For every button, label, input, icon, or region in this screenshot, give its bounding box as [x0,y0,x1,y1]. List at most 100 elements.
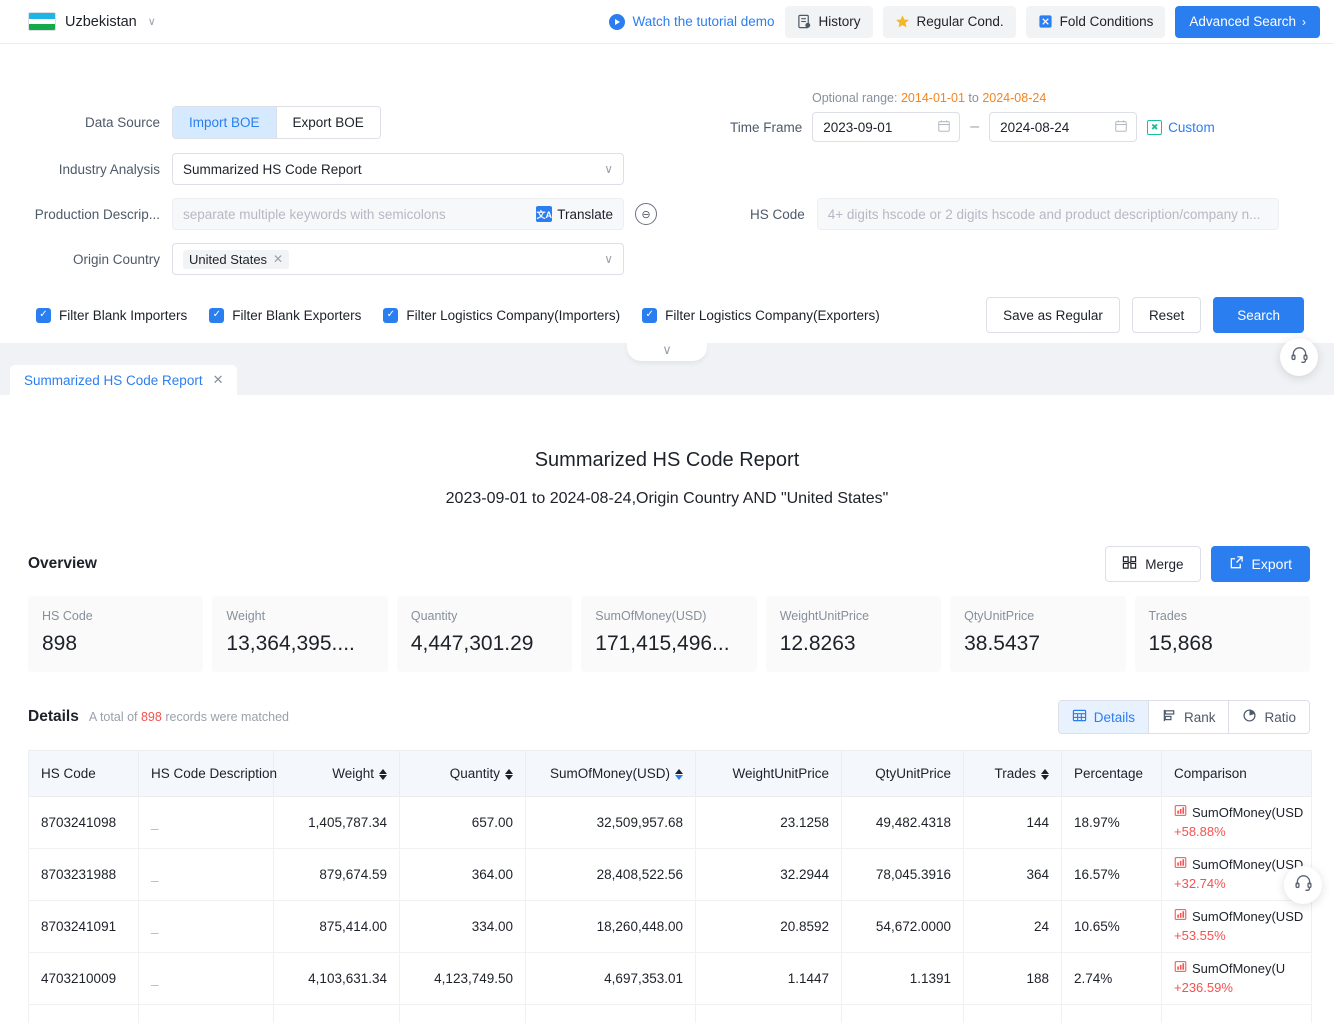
col-sum-of-money[interactable]: SumOfMoney(USD) [525,750,696,797]
play-icon [609,13,626,30]
collapse-panel-button[interactable]: ∨ [627,339,707,361]
col-weight-unit-price[interactable]: WeightUnitPrice [695,750,842,797]
view-mode-ratio[interactable]: Ratio [1228,701,1309,733]
data-source-export-boe[interactable]: Export BOE [275,107,380,138]
cell-weight-unit-price: 32.2944 [695,848,842,901]
cell-percentage: 10.65% [1061,900,1162,953]
cell-trades: 3 [963,1004,1062,1023]
calendar-icon [1114,119,1128,136]
comparison-line: SumOfMoney(USD [1174,856,1303,874]
country-selector[interactable]: Uzbekistan ∨ [14,12,156,31]
advanced-search-button[interactable]: Advanced Search › [1175,5,1320,38]
view-mode-label: Ratio [1264,709,1296,725]
origin-country-select[interactable]: United States ✕ ∨ [172,243,624,275]
reset-button[interactable]: Reset [1131,297,1202,333]
col-label: SumOfMoney(USD) [549,766,670,781]
col-hs-code[interactable]: HS Code [28,750,139,797]
col-hs-code-description[interactable]: HS Code Description [138,750,277,797]
details-table: HS Code HS Code Description Weight Quant… [28,750,1312,1023]
view-mode-rank[interactable]: Rank [1147,701,1229,733]
details-meta-pre: A total of [88,710,138,724]
merge-button[interactable]: Merge [1105,546,1201,582]
pie-icon [1242,708,1257,726]
checkbox-filter-logistics-importers[interactable]: ✓ Filter Logistics Company(Importers) [383,307,620,323]
table-row[interactable]: 8703241091 _ 875,414.00 334.00 18,260,44… [28,900,1312,953]
comparison-label: SumOfMoney(USD [1192,804,1304,820]
cell-trades: 364 [963,848,1062,901]
cell-comparison-na: N/A [1161,1004,1312,1023]
cell-weight-unit-price: 1.1447 [695,952,842,1005]
sort-icon-active[interactable] [675,768,683,780]
cell-qty-unit-price: 49,482.4318 [841,796,964,849]
col-weight[interactable]: Weight [273,750,400,797]
data-source-label: Data Source [84,115,160,130]
translate-button[interactable]: 文A Translate [536,206,613,222]
tab-label: Summarized HS Code Report [24,372,203,388]
stat-card: WeightUnitPrice 12.8263 [765,596,942,672]
production-description-input[interactable]: separate multiple keywords with semicolo… [172,198,624,230]
support-button-bottom[interactable] [1284,866,1322,904]
cell-comparison: SumOfMoney(USD +58.88% [1161,796,1312,849]
data-source-import-boe[interactable]: Import BOE [173,107,276,138]
cell-percentage: 16.57% [1061,848,1162,901]
chevron-down-icon: ∨ [147,16,156,28]
checkbox-filter-logistics-exporters[interactable]: ✓ Filter Logistics Company(Exporters) [642,307,880,323]
table-row[interactable]: 4703210009 _ 4,103,631.34 4,123,749.50 4… [28,952,1312,1005]
stat-card-value: 171,415,496... [595,632,730,655]
col-comparison[interactable]: Comparison [1161,750,1312,797]
support-button-top[interactable] [1280,338,1318,376]
comparison-change: +32.74% [1174,876,1226,891]
comparison-block: SumOfMoney(USD +58.88% [1174,804,1303,841]
table-row[interactable]: 8501535000 _ 72,120.00 6.00 4,583,250.00… [28,1004,1312,1023]
col-percentage[interactable]: Percentage [1061,750,1162,797]
view-mode-details[interactable]: Details [1058,701,1148,733]
save-as-regular-button[interactable]: Save as Regular [986,297,1120,333]
date-start-input[interactable]: 2023-09-01 [812,112,961,142]
close-icon[interactable]: ✕ [213,372,224,388]
origin-country-tag: United States ✕ [183,249,290,269]
industry-analysis-select[interactable]: Summarized HS Code Report ∨ [172,153,624,185]
checkbox-filter-blank-exporters[interactable]: ✓ Filter Blank Exporters [209,307,361,323]
cell-sum-of-money: 32,509,957.68 [525,796,696,849]
overview-actions: Merge Export [1105,546,1310,582]
tutorial-demo-label: Watch the tutorial demo [632,14,775,29]
headset-icon [1294,873,1313,897]
custom-range-button[interactable]: ✖ Custom [1147,119,1215,135]
cell-hs-code-description: _ [138,1004,274,1023]
headset-icon [1290,345,1309,369]
stat-card: Quantity 4,447,301.29 [396,596,573,672]
industry-analysis-row: Industry Analysis Summarized HS Code Rep… [0,153,1334,185]
fold-conditions-button[interactable]: Fold Conditions [1025,5,1166,38]
cell-sum-of-money: 28,408,522.56 [525,848,696,901]
history-button[interactable]: History [784,5,873,38]
search-button[interactable]: Search [1213,297,1304,333]
table-row[interactable]: 8703241098 _ 1,405,787.34 657.00 32,509,… [28,796,1312,849]
comparison-change: +236.59% [1174,980,1233,995]
custom-icon: ✖ [1147,119,1163,135]
details-header: Details A total of 898 records were matc… [0,672,1334,734]
merge-label: Merge [1145,556,1184,572]
col-qty-unit-price[interactable]: QtyUnitPrice [841,750,964,797]
checkbox-filter-blank-importers[interactable]: ✓ Filter Blank Importers [36,307,187,323]
regular-cond-button[interactable]: Regular Cond. [882,5,1016,38]
col-quantity[interactable]: Quantity [399,750,526,797]
sort-icon[interactable] [379,768,387,780]
voice-input-icon[interactable]: ⊖ [635,203,657,225]
cell-qty-unit-price: 78,045.3916 [841,848,964,901]
details-record-count: 898 [140,710,162,724]
stat-card-key: Quantity [410,609,458,623]
sort-icon[interactable] [505,768,513,780]
date-end-input[interactable]: 2024-08-24 [989,112,1138,142]
sort-icon[interactable] [1041,768,1049,780]
export-button[interactable]: Export [1210,546,1310,582]
comparison-line: SumOfMoney(USD [1174,908,1303,926]
col-trades[interactable]: Trades [963,750,1062,797]
close-icon[interactable]: ✕ [273,252,283,266]
origin-country-label: Origin Country [72,251,160,267]
hs-code-input[interactable]: 4+ digits hscode or 2 digits hscode and … [816,198,1279,230]
tab-summarized-hs-code-report[interactable]: Summarized HS Code Report ✕ [10,365,238,395]
hs-code-placeholder: 4+ digits hscode or 2 digits hscode and … [827,206,1261,222]
cell-hs-code: 8703241091 [28,900,139,953]
tutorial-demo-link[interactable]: Watch the tutorial demo [609,13,775,30]
table-row[interactable]: 8703231988 _ 879,674.59 364.00 28,408,52… [28,848,1312,901]
